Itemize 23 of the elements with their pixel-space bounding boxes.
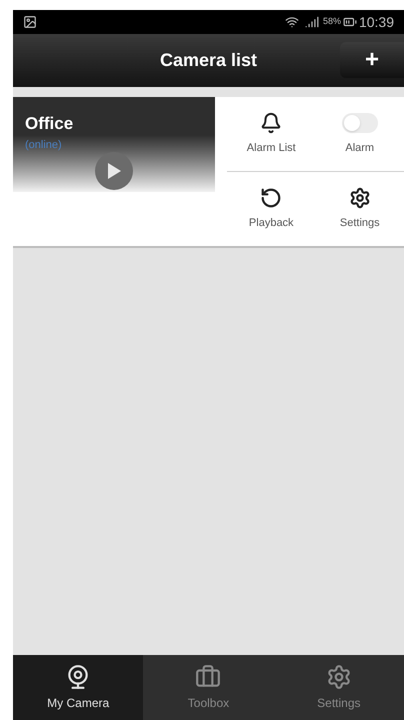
action-label[interactable]: Settings [340, 214, 380, 231]
image-icon [23, 15, 37, 29]
action-label[interactable]: Alarm List [246, 140, 296, 156]
alarm-toggle[interactable] [342, 112, 378, 132]
page-title: Camera list [160, 49, 258, 72]
camera-preview[interactable]: Office (online) [13, 97, 215, 192]
camera-status: (online) [25, 138, 62, 152]
signal-icon [304, 15, 319, 29]
battery-icon [342, 15, 357, 29]
wifi-icon [284, 15, 299, 29]
toolbox-icon [195, 664, 222, 690]
bell-icon [260, 112, 282, 134]
action-label: Alarm [345, 140, 374, 156]
clock-time: 10:39 [358, 12, 394, 32]
add-button[interactable]: + [340, 42, 404, 78]
camera-name: Office [25, 113, 74, 135]
settings-icon [348, 186, 371, 208]
play-icon [95, 152, 133, 190]
action-label[interactable]: Playback [248, 214, 294, 231]
settings-icon [326, 664, 352, 690]
nav-tab[interactable]: My Camera [13, 655, 144, 720]
battery-percent: 58% [322, 15, 341, 28]
playback-icon [260, 186, 282, 208]
